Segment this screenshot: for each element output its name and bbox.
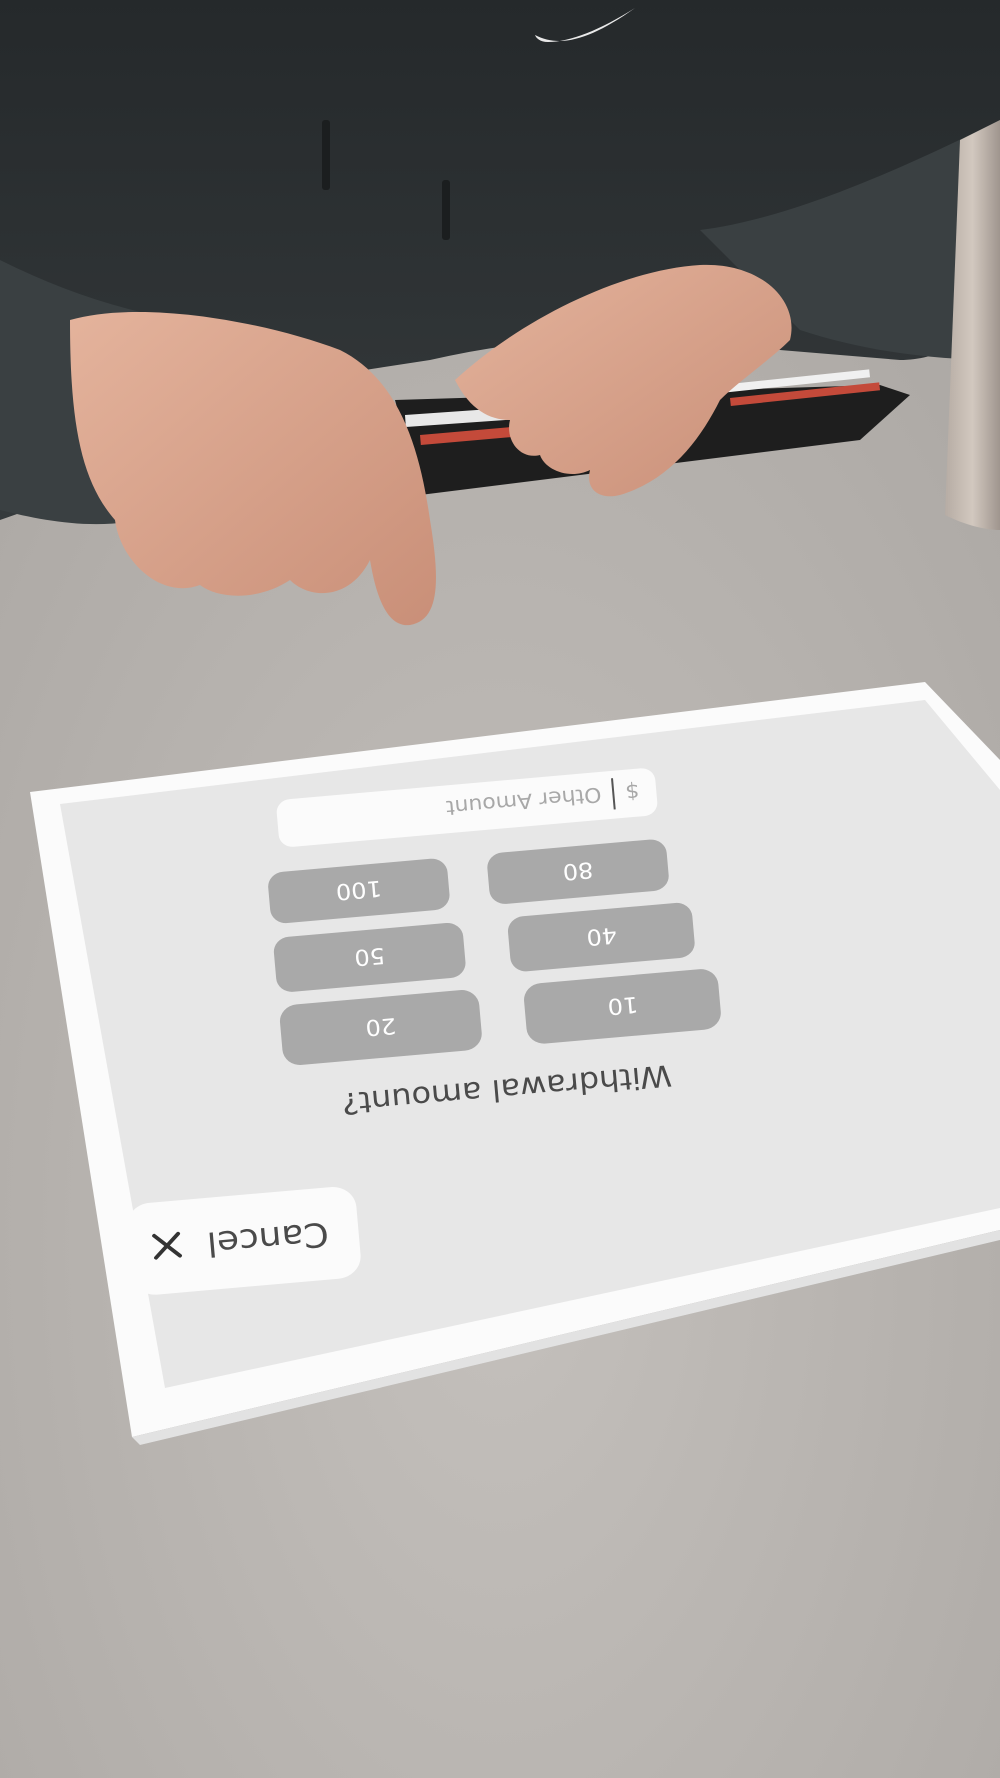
amount-label: 10 [606, 991, 639, 1018]
photo-scene: $ Other Amount 80 100 40 50 10 20 Withdr… [0, 0, 1000, 1778]
amount-label: 100 [335, 875, 383, 904]
amount-label: 50 [353, 942, 386, 969]
amount-label: 40 [585, 922, 618, 949]
currency-symbol: $ [624, 779, 640, 804]
amount-label: 80 [562, 856, 595, 883]
amount-label: 20 [364, 1012, 397, 1039]
